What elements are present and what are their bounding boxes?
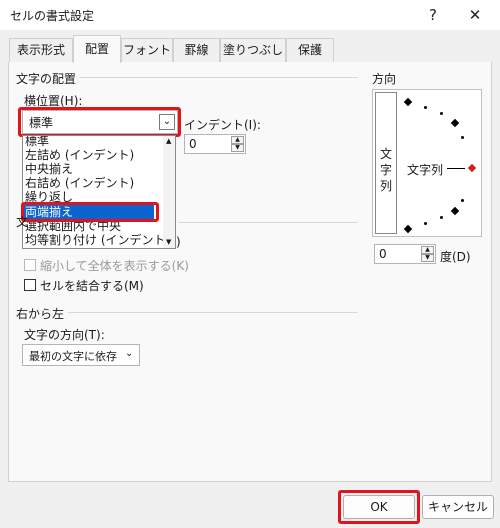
- highlight-horizontal-select: [18, 107, 181, 137]
- spin-down-icon[interactable]: ▼: [231, 144, 244, 152]
- degree-label: 度(D): [440, 250, 471, 264]
- orientation-marker: [424, 106, 427, 109]
- tab-alignment[interactable]: 配置: [73, 35, 121, 63]
- degree-value: 0: [379, 247, 387, 261]
- indent-label: インデント(I):: [184, 118, 261, 132]
- list-item[interactable]: 均等割り付け (インデント): [25, 233, 170, 247]
- rtl-group-label: 右から左: [16, 307, 65, 321]
- orientation-marker: [461, 136, 464, 139]
- orientation-marker: [461, 199, 464, 202]
- cancel-button[interactable]: キャンセル: [422, 495, 494, 519]
- text-direction-value: 最初の文字に依存: [29, 350, 117, 363]
- tab-protection[interactable]: 保護: [286, 38, 334, 62]
- text-control-group-label: 文: [16, 215, 29, 229]
- highlight-ok-button: [338, 490, 420, 524]
- tab-border[interactable]: 罫線: [173, 38, 220, 62]
- orientation-marker: [403, 224, 413, 234]
- orientation-marker: [450, 206, 460, 216]
- highlight-justify-option: [21, 202, 159, 222]
- list-item[interactable]: 標準: [25, 136, 49, 148]
- merge-cells-label: セルを結合する(M): [40, 279, 144, 293]
- spin-down-icon[interactable]: ▼: [421, 254, 434, 262]
- text-direction-select[interactable]: 最初の文字に依存 ⌄: [22, 344, 140, 366]
- text-direction-label: 文字の方向(T):: [24, 328, 105, 342]
- orientation-marker: [440, 216, 443, 219]
- vertical-char: 列: [380, 179, 393, 193]
- spin-up-icon[interactable]: ▲: [421, 246, 434, 254]
- tab-number[interactable]: 表示形式: [9, 38, 73, 62]
- list-item[interactable]: 左詰め (インデント): [25, 148, 134, 162]
- orientation-group-label: 方向: [372, 72, 397, 86]
- shrink-to-fit-checkbox[interactable]: [24, 259, 36, 271]
- horizontal-text-sample: 文字列: [407, 163, 444, 177]
- indent-value: 0: [189, 137, 197, 151]
- list-item[interactable]: 中央揃え: [25, 162, 73, 176]
- chevron-down-icon[interactable]: ⌄: [125, 348, 133, 359]
- tab-font[interactable]: フォント: [121, 38, 173, 62]
- dialog-title: セルの書式設定: [10, 9, 95, 23]
- merge-cells-checkbox[interactable]: [24, 279, 36, 291]
- vertical-char: 文: [380, 147, 393, 161]
- orientation-marker: [424, 222, 427, 225]
- degree-spinner[interactable]: 0 ▲ ▼: [374, 244, 436, 264]
- text-control-partial-text: ): [176, 235, 181, 249]
- divider: [178, 222, 358, 223]
- close-button[interactable]: ✕: [460, 2, 490, 28]
- orientation-needle: [447, 168, 465, 169]
- shrink-to-fit-label: 縮小して全体を表示する(K): [40, 259, 189, 273]
- help-button[interactable]: ?: [418, 2, 448, 28]
- tab-fill[interactable]: 塗りつぶし: [220, 38, 286, 62]
- vertical-char: 字: [380, 163, 393, 177]
- spin-up-icon[interactable]: ▲: [231, 136, 244, 144]
- scroll-up-icon[interactable]: ▲: [166, 137, 171, 145]
- orientation-control[interactable]: 文 字 列 文字列: [372, 89, 482, 237]
- list-item[interactable]: 右詰め (インデント): [25, 176, 134, 190]
- orientation-marker: [440, 112, 443, 115]
- scroll-down-icon[interactable]: ▼: [166, 238, 171, 246]
- divider: [68, 312, 358, 313]
- orientation-marker: [403, 97, 413, 107]
- indent-spinner[interactable]: 0 ▲ ▼: [184, 134, 246, 154]
- vertical-text-option[interactable]: 文 字 列: [375, 92, 397, 234]
- list-scrollbar[interactable]: ▲ ▼: [163, 136, 175, 248]
- orientation-handle[interactable]: [467, 163, 477, 173]
- text-alignment-group-label: 文字の配置: [16, 72, 77, 86]
- divider: [80, 77, 358, 78]
- horizontal-options-list[interactable]: 標準 左詰め (インデント) 中央揃え 右詰め (インデント) 繰り返し 両端揃…: [22, 135, 176, 249]
- orientation-marker: [450, 118, 460, 128]
